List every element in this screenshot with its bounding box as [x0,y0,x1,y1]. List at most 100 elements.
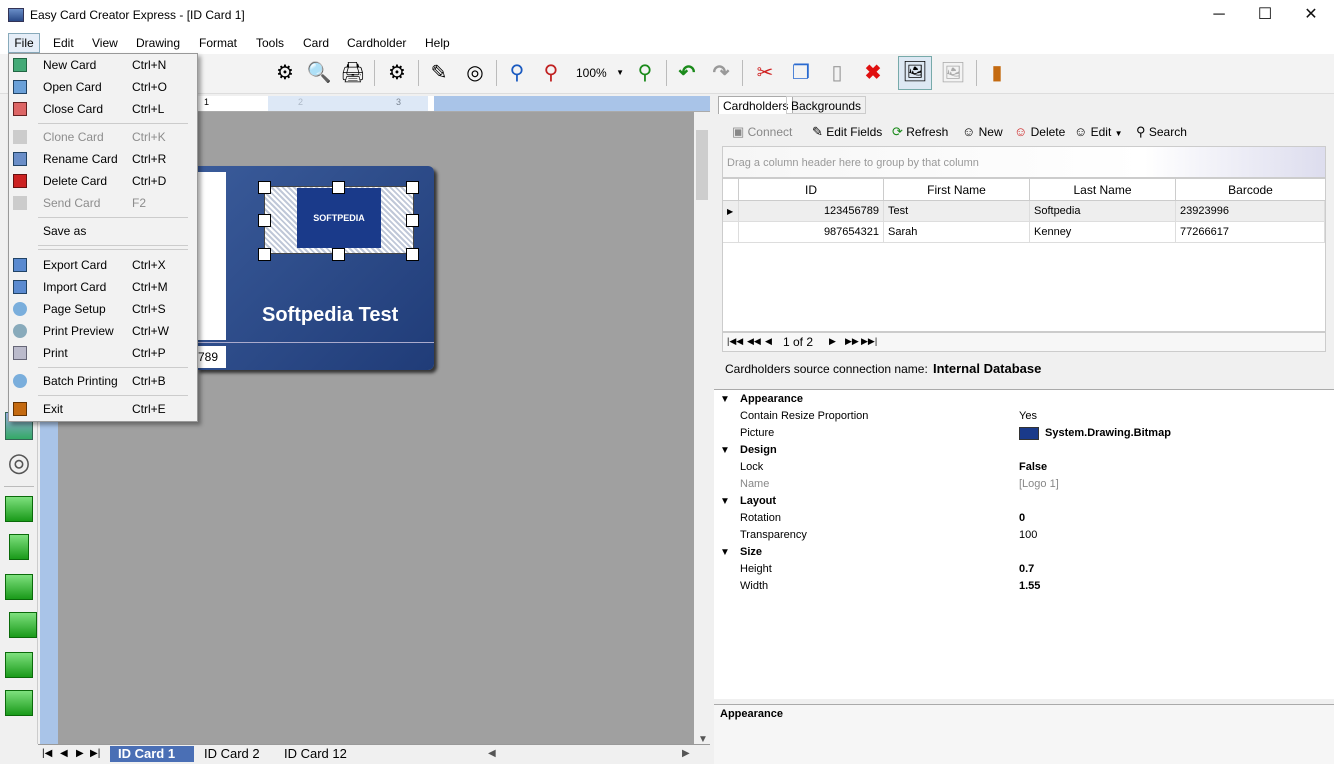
property-value[interactable]: 0.7 [1019,561,1034,578]
cell-first-name[interactable]: Sarah [884,222,1030,243]
menu-item-close-card[interactable]: Close Card Ctrl+L [9,99,189,119]
prev-sheet-icon[interactable]: ◀ [60,748,68,759]
menu-item-print-preview[interactable]: Print Preview Ctrl+W [9,321,189,341]
property-value-picture[interactable]: System.Drawing.Bitmap [1019,425,1171,442]
resize-handle[interactable] [258,248,271,261]
property-name[interactable]: Height [740,561,772,578]
menu-view[interactable]: View [92,36,118,50]
paste-icon[interactable]: ▯ [822,58,852,88]
property-value[interactable]: 1.55 [1019,578,1040,595]
zoom-level-select[interactable]: 100% ▼ [572,62,626,84]
property-value[interactable]: 100 [1019,527,1037,544]
property-value[interactable]: Yes [1019,408,1037,425]
zoom-in-icon[interactable]: ⚲ [630,58,660,88]
scroll-left-icon[interactable]: ◀ [488,748,496,759]
tab-backgrounds[interactable]: Backgrounds [786,96,867,114]
column-header-last-name[interactable]: Last Name [1030,179,1176,201]
category-layout[interactable]: Layout [740,493,776,510]
fingerprint-tool-icon[interactable]: ◎ [5,448,33,476]
group-by-area[interactable]: Drag a column header here to group by th… [722,146,1326,178]
cell-barcode[interactable]: 23923996 [1176,201,1325,222]
menu-item-exit[interactable]: Exit Ctrl+E [9,399,189,419]
menu-edit[interactable]: Edit [53,36,74,50]
property-name[interactable]: Picture [740,425,774,442]
menu-item-export-card[interactable]: Export Card Ctrl+X [9,255,189,275]
exit-door-icon[interactable]: ▮ [982,58,1012,88]
next-page-group-icon[interactable]: ▶▶ [845,336,859,347]
prev-page-icon[interactable]: ◀ [765,336,772,347]
menu-item-delete-card[interactable]: Delete Card Ctrl+D [9,171,189,191]
align-right-icon[interactable] [9,612,37,638]
collapse-icon[interactable]: ▼ [720,394,730,405]
collapse-icon[interactable]: ▼ [720,547,730,558]
vertical-scroll-thumb[interactable] [696,130,708,200]
resize-handle[interactable] [406,248,419,261]
menu-format[interactable]: Format [199,36,237,50]
property-name[interactable]: Width [740,578,768,595]
resize-handle[interactable] [258,214,271,227]
property-name[interactable]: Transparency [740,527,807,544]
menu-file[interactable]: File [8,33,40,53]
scroll-right-icon[interactable]: ▶ [682,748,690,759]
cell-last-name[interactable]: Softpedia [1030,201,1176,222]
property-name[interactable]: Contain Resize Proportion [740,408,868,425]
delete-cardholder-button[interactable]: ☺ Delete [1014,124,1065,139]
menu-drawing[interactable]: Drawing [136,36,180,50]
property-name[interactable]: Lock [740,459,763,476]
first-page-icon[interactable]: |◀◀ [727,336,743,347]
last-sheet-icon[interactable]: ▶| [90,748,100,759]
prev-page-group-icon[interactable]: ◀◀ [747,336,761,347]
menu-tools[interactable]: Tools [256,36,284,50]
new-cardholder-button[interactable]: ☺ New [962,124,1003,139]
property-name[interactable]: Name [740,476,769,493]
redo-icon[interactable]: ↷ [706,58,736,88]
align-left-icon[interactable] [5,496,33,522]
category-size[interactable]: Size [740,544,762,561]
resize-handle[interactable] [332,181,345,194]
softpedia-logo[interactable]: SOFTPEDIA [297,188,381,248]
align-top-icon[interactable] [5,574,33,600]
batch-print-gear-icon[interactable]: ⚙ [382,58,412,88]
cell-id[interactable]: 123456789 [739,201,884,222]
minimize-button[interactable]: ─ [1196,0,1242,32]
tab-cardholders[interactable]: Cardholders [718,96,794,114]
property-value[interactable]: [Logo 1] [1019,476,1059,493]
zoom-icon[interactable]: ⚲ [502,58,532,88]
copy-icon[interactable]: ❐ [786,58,816,88]
maximize-button[interactable]: ☐ [1242,0,1288,32]
menu-item-rename-card[interactable]: Rename Card Ctrl+R [9,149,189,169]
menu-item-print[interactable]: Print Ctrl+P [9,343,189,363]
next-sheet-icon[interactable]: ▶ [76,748,84,759]
menu-item-batch-printing[interactable]: Batch Printing Ctrl+B [9,371,189,391]
cell-id[interactable]: 987654321 [739,222,884,243]
column-header-id[interactable]: ID [739,179,884,201]
property-value[interactable]: False [1019,459,1047,476]
connect-button[interactable]: ▣ Connect [732,124,792,140]
delete-icon[interactable]: ✖ [858,58,888,88]
sheet-tab-id-card-12[interactable]: ID Card 12 [284,746,347,762]
menu-item-page-setup[interactable]: Page Setup Ctrl+S [9,299,189,319]
property-value[interactable]: 0 [1019,510,1025,527]
next-page-icon[interactable]: ▶ [829,336,836,347]
collapse-icon[interactable]: ▼ [720,445,730,456]
undo-icon[interactable]: ↶ [672,58,702,88]
first-sheet-icon[interactable]: |◀ [42,748,52,759]
menu-cardholder[interactable]: Cardholder [347,36,406,50]
cell-first-name[interactable]: Test [884,201,1030,222]
image-disabled-icon[interactable]: 🖼 [938,58,968,88]
card-name-text[interactable]: Softpedia Test [262,304,398,327]
menu-item-open-card[interactable]: Open Card Ctrl+O [9,77,189,97]
resize-handle[interactable] [258,181,271,194]
cardholder-edit-icon[interactable]: ✎ [424,58,454,88]
menu-help[interactable]: Help [425,36,450,50]
edit-cardholder-button[interactable]: ☺ Edit ▼ [1074,124,1123,139]
column-header-barcode[interactable]: Barcode [1176,179,1325,201]
align-bottom-icon[interactable] [5,690,33,716]
category-design[interactable]: Design [740,442,777,459]
menu-item-save-as[interactable]: Save as [9,221,189,241]
cell-barcode[interactable]: 77266617 [1176,222,1325,243]
column-header-first-name[interactable]: First Name [884,179,1030,201]
card-id-text[interactable]: 789 [198,346,226,368]
scroll-down-icon[interactable]: ▼ [698,734,708,745]
printer-icon[interactable]: 🖨 [338,58,368,88]
